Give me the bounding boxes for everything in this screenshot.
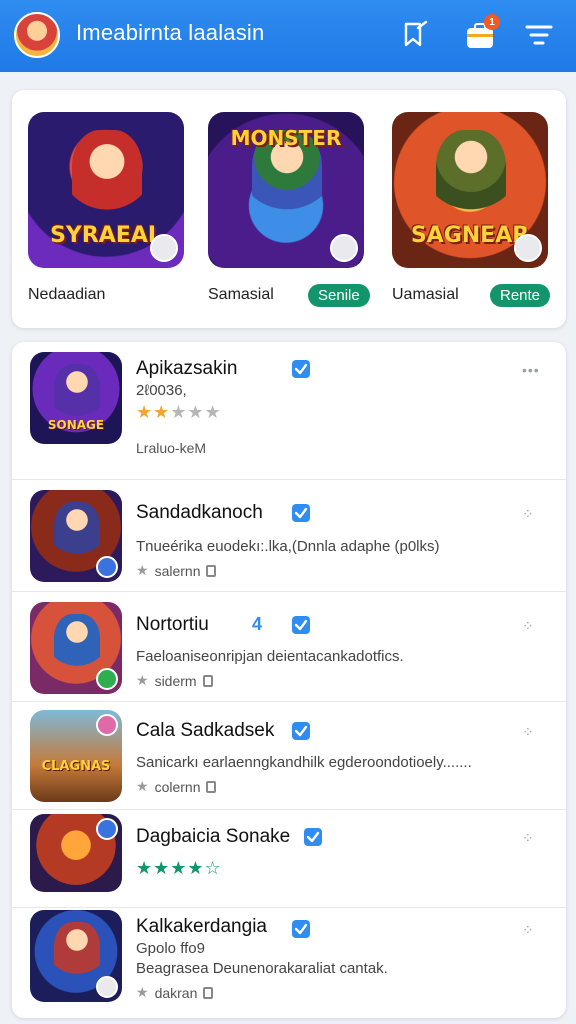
app-bar: Imeabirnta laalasin 1	[0, 0, 576, 72]
list-item[interactable]: CLAGNAS Cala Sadkadsek Sanicarkı earlaen…	[12, 702, 566, 810]
star-icon: ★	[136, 672, 149, 688]
developer-label: dakran	[154, 984, 198, 1001]
briefcase-icon[interactable]: 1	[464, 14, 500, 52]
featured-thumbnail[interactable]: MONSTER	[208, 112, 364, 268]
app-list: SONAGE Apikazsakin 2ℓ0036, ★★★★★ Lraluo-…	[12, 342, 566, 1018]
thumbnail-title: SONAGE	[47, 418, 105, 432]
app-thumbnail[interactable]: SONAGE	[30, 352, 122, 444]
app-name: Apikazsakin	[136, 358, 238, 379]
featured-panel: SYRAEAL Nedaadian MONSTER Samasial Senil…	[12, 90, 566, 328]
developer-label: siderm	[154, 672, 197, 689]
app-meta: ★ dakran	[136, 984, 214, 1001]
app-title: Imeabirnta laalasin	[76, 20, 265, 45]
more-options-icon[interactable]: ⁘	[522, 724, 544, 746]
chat-icon	[514, 234, 542, 262]
app-name: Nortortiu	[136, 614, 209, 635]
star-icon: ★	[136, 984, 149, 1000]
avatar[interactable]	[14, 12, 60, 58]
star-rating: ★★★★★	[136, 402, 222, 422]
platform-badge	[96, 714, 118, 736]
character-art	[436, 130, 506, 220]
verified-icon	[292, 360, 310, 378]
app-name: Kalkakerdangia	[136, 916, 267, 937]
featured-item[interactable]: SAGNEAR Uamasial Rente	[392, 112, 552, 307]
app-thumbnail[interactable]	[30, 814, 122, 892]
developer-label: Lraluo-keM	[136, 440, 207, 456]
lock-icon	[203, 986, 214, 999]
featured-name: Uamasial	[392, 286, 459, 303]
character-art	[54, 820, 100, 880]
app-description: Faeloaniseonripjan deientacankadotfics.	[136, 648, 404, 665]
list-item[interactable]: SONAGE Apikazsakin 2ℓ0036, ★★★★★ Lraluo-…	[12, 342, 566, 480]
lock-icon	[206, 780, 217, 793]
star-icon: ★	[136, 562, 149, 578]
platform-badge	[96, 818, 118, 840]
featured-thumbnail[interactable]: SAGNEAR	[392, 112, 548, 268]
app-name: Cala Sadkadsek	[136, 720, 275, 741]
list-item[interactable]: Nortortiu 4 Faeloaniseonripjan deientaca…	[12, 592, 566, 702]
more-options-icon[interactable]: ⁘	[522, 618, 544, 640]
app-description: Tnueérika euodekı:.lka,(Dnnla adaphe (p0…	[136, 538, 440, 555]
more-options-icon[interactable]: ⁘	[522, 830, 544, 852]
more-options-icon[interactable]: ⁘	[522, 506, 544, 528]
character-art	[54, 502, 100, 562]
list-item[interactable]: Dagbaicia Sonake ★★★★☆ ⁘	[12, 810, 566, 908]
character-art	[54, 364, 100, 424]
app-description: Beagrasea Deunenorakaraliat cantak.	[136, 960, 388, 977]
character-art	[72, 130, 142, 220]
featured-item[interactable]: SYRAEAL Nedaadian	[28, 112, 188, 303]
verified-icon	[292, 616, 310, 634]
app-meta: ★ salernn	[136, 562, 217, 579]
featured-pill[interactable]: Senile	[308, 284, 370, 307]
chat-icon	[330, 234, 358, 262]
app-meta: Lraluo-keM	[136, 440, 206, 456]
character-art	[54, 614, 100, 674]
featured-art-title: MONSTER	[230, 126, 342, 150]
platform-badge	[96, 556, 118, 578]
list-item[interactable]: Sandadkanoch Tnueérika euodekı:.lka,(Dnn…	[12, 480, 566, 592]
developer-label: colernn	[154, 778, 201, 795]
featured-item[interactable]: MONSTER Samasial Senile	[208, 112, 370, 307]
app-description: Sanicarkı earlaenngkandhilk egderoondoti…	[136, 754, 472, 771]
app-name: Sandadkanoch	[136, 502, 263, 523]
bookmark-icon[interactable]	[398, 18, 432, 52]
verified-icon	[292, 722, 310, 740]
lock-icon	[202, 674, 213, 687]
featured-name: Samasial	[208, 286, 274, 303]
verified-icon	[292, 504, 310, 522]
star-rating: ★★★★☆	[136, 858, 222, 878]
more-options-icon[interactable]: ⁘	[522, 922, 544, 944]
lock-icon	[206, 564, 217, 577]
app-thumbnail[interactable]: CLAGNAS	[30, 710, 122, 802]
star-icon: ★	[136, 778, 149, 794]
app-name: Dagbaicia Sonake	[136, 826, 291, 847]
platform-badge	[96, 668, 118, 690]
app-thumbnail[interactable]	[30, 490, 122, 582]
featured-thumbnail[interactable]: SYRAEAL	[28, 112, 184, 268]
app-subtitle: 2ℓ0036,	[136, 382, 187, 399]
more-options-icon[interactable]: •••	[522, 362, 544, 384]
verified-icon	[304, 828, 322, 846]
app-subtitle: Gpolo ffo9	[136, 940, 205, 957]
thumbnail-title: CLAGNAS	[41, 759, 111, 774]
app-count: 4	[252, 614, 263, 634]
app-meta: ★ siderm	[136, 672, 213, 689]
featured-pill[interactable]: Rente	[490, 284, 551, 307]
app-thumbnail[interactable]	[30, 910, 122, 1002]
app-meta: ★ colernn	[136, 778, 217, 795]
notification-badge: 1	[484, 14, 500, 30]
featured-name: Nedaadian	[28, 286, 106, 303]
filter-icon[interactable]	[522, 18, 556, 52]
verified-icon	[292, 920, 310, 938]
chat-icon	[96, 976, 118, 998]
list-item[interactable]: Kalkakerdangia Gpolo ffo9 Beagrasea Deun…	[12, 908, 566, 1018]
character-art	[54, 922, 100, 982]
chat-icon	[150, 234, 178, 262]
app-thumbnail[interactable]	[30, 602, 122, 694]
developer-label: salernn	[154, 562, 201, 579]
